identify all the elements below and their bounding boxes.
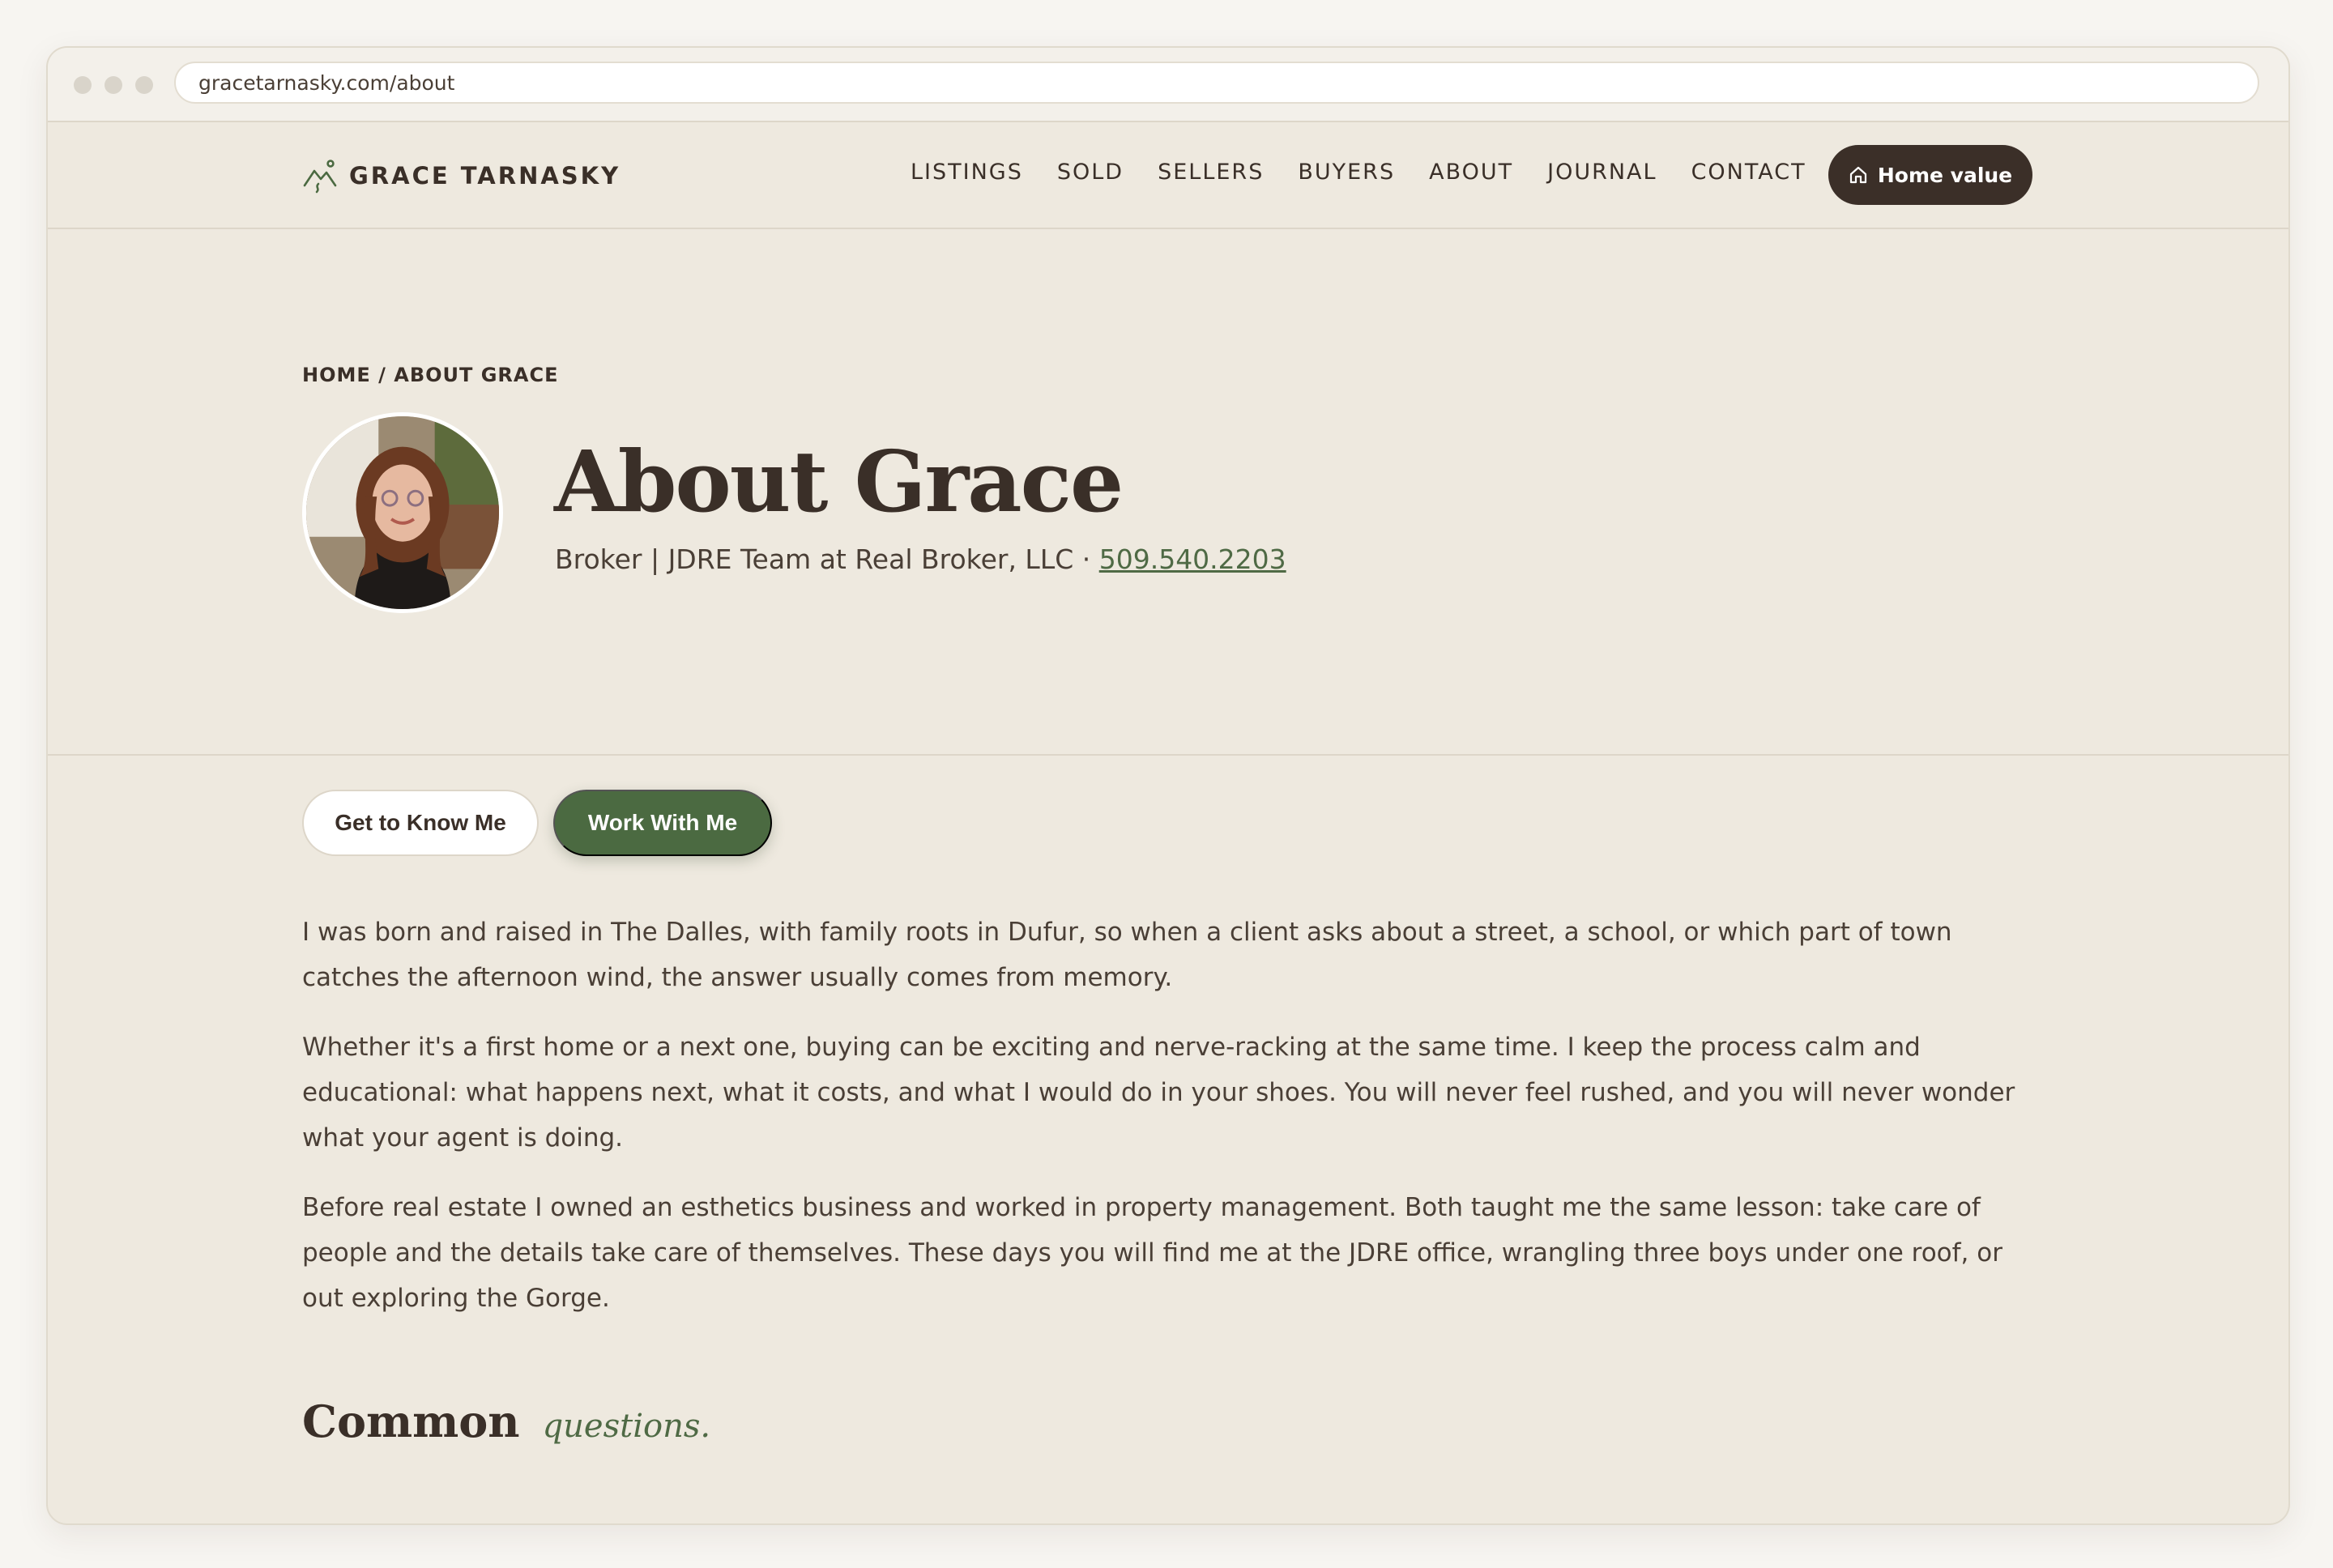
nav-about[interactable]: ABOUT — [1429, 160, 1513, 185]
home-value-label: Home value — [1877, 163, 2013, 187]
tab-get-to-know-me[interactable]: Get to Know Me — [302, 790, 539, 856]
faq-heading: Common questions. — [302, 1395, 710, 1447]
about-text: I was born and raised in The Dalles, wit… — [302, 910, 2044, 1345]
nav-sellers[interactable]: SELLERS — [1158, 160, 1264, 185]
paragraph: I was born and raised in The Dalles, wit… — [302, 918, 1952, 992]
home-icon — [1849, 166, 1866, 184]
portrait-image — [306, 416, 499, 609]
nav-listings[interactable]: LISTINGS — [911, 160, 1023, 185]
maximize-dot[interactable] — [135, 76, 153, 94]
faq-heading-main: Common — [302, 1395, 520, 1447]
brand-name: GRACE TARNASKY — [349, 162, 621, 190]
main-nav: LISTINGS SOLD SELLERS BUYERS ABOUT JOURN… — [911, 160, 1840, 185]
nav-buyers[interactable]: BUYERS — [1298, 160, 1395, 185]
url-text: gracetarnasky.com/about — [198, 70, 455, 95]
window-controls — [74, 76, 153, 94]
page-title: About Grace — [554, 432, 1124, 531]
close-dot[interactable] — [74, 76, 92, 94]
agent-role: Broker | JDRE Team at Real Broker, LLC · — [555, 543, 1099, 575]
home-value-button[interactable]: Home value — [1828, 145, 2032, 205]
agent-subtitle: Broker | JDRE Team at Real Broker, LLC ·… — [555, 543, 1286, 575]
site-header: GRACE TARNASKY LISTINGS SOLD SELLERS BUY… — [48, 122, 2288, 229]
hero-section: HOME / ABOUT GRACE About Grace Broker | … — [48, 229, 2288, 756]
nav-journal[interactable]: JOURNAL — [1547, 160, 1657, 185]
minimize-dot[interactable] — [104, 76, 122, 94]
faq-heading-script: questions. — [542, 1408, 711, 1445]
breadcrumb: HOME / ABOUT GRACE — [302, 364, 559, 386]
browser-window: gracetarnasky.com/about GRACE TARNASKY L… — [46, 46, 2290, 1525]
paragraph: Whether it's a first home or a next one,… — [302, 1033, 2015, 1153]
avatar — [302, 412, 503, 613]
address-bar[interactable]: gracetarnasky.com/about — [174, 62, 2259, 104]
browser-chrome: gracetarnasky.com/about — [48, 48, 2288, 122]
brand-logo-link[interactable]: GRACE TARNASKY — [302, 156, 621, 195]
about-tabs: Get to Know Me Work With Me — [302, 790, 772, 856]
phone-link[interactable]: 509.540.2203 — [1099, 543, 1286, 575]
nav-sold[interactable]: SOLD — [1057, 160, 1124, 185]
paragraph: Before real estate I owned an esthetics … — [302, 1193, 2002, 1313]
nav-contact[interactable]: CONTACT — [1691, 160, 1806, 185]
tab-work-with-me[interactable]: Work With Me — [553, 790, 772, 856]
mountain-icon — [303, 160, 337, 194]
